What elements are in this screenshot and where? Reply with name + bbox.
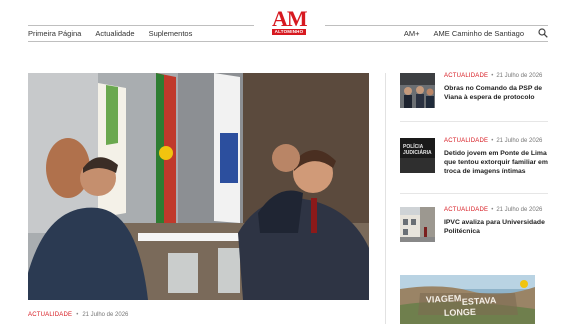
article-category[interactable]: ACTUALIDADE <box>444 73 488 79</box>
article-category[interactable]: ACTUALIDADE <box>444 138 488 144</box>
article-text: ACTUALIDADE • 21 Julho de 2026 IPVC aval… <box>444 207 550 236</box>
site-header: Primeira Página Actualidade Suplementos … <box>28 0 548 42</box>
list-separator <box>400 121 548 122</box>
article-meta: ACTUALIDADE • 21 Julho de 2026 <box>444 73 550 79</box>
search-icon[interactable] <box>538 28 548 38</box>
article-title[interactable]: Detido jovem em Ponte de Lima que tentou… <box>444 149 550 176</box>
svg-text:POLÍCIA: POLÍCIA <box>403 142 424 150</box>
article-text: ACTUALIDADE • 21 Julho de 2026 Detido jo… <box>444 138 550 176</box>
list-item[interactable]: POLÍCIA JUDICIÁRIA ACTUALIDADE • 21 Julh… <box>400 138 550 178</box>
promo-photo: VIAGEM ESTAVA LONGE <box>400 275 535 324</box>
article-category[interactable]: ACTUALIDADE <box>444 207 488 213</box>
thumbnail-image <box>400 73 435 108</box>
secondary-nav: AM+ AME Caminho de Santiago <box>404 28 548 38</box>
article-separator: • <box>491 73 494 79</box>
logo-am-text: AM <box>272 6 308 31</box>
article-meta: ACTUALIDADE • 21 Julho de 2026 <box>444 138 550 144</box>
promo-image[interactable]: VIAGEM ESTAVA LONGE <box>400 275 535 324</box>
nav-suplementos[interactable]: Suplementos <box>149 29 193 38</box>
site-logo[interactable]: AM ALTOMINHO <box>272 6 308 37</box>
svg-text:VIAGEM: VIAGEM <box>426 293 462 305</box>
article-date: 21 Julho de 2026 <box>496 138 543 144</box>
svg-text:ESTAVA: ESTAVA <box>462 295 497 307</box>
header-rule-bottom <box>28 41 548 42</box>
article-date: 21 Julho de 2026 <box>496 73 543 79</box>
list-item[interactable]: ACTUALIDADE • 21 Julho de 2026 Obras no … <box>400 73 550 113</box>
primary-nav: Primeira Página Actualidade Suplementos <box>28 29 192 38</box>
article-thumbnail[interactable] <box>400 73 435 108</box>
article-text: ACTUALIDADE • 21 Julho de 2026 Obras no … <box>444 73 550 102</box>
article-thumbnail[interactable] <box>400 207 435 242</box>
featured-date: 21 Julho de 2026 <box>82 312 129 318</box>
article-separator: • <box>491 138 494 144</box>
header-rule-right <box>325 25 548 26</box>
featured-category[interactable]: ACTUALIDADE <box>28 312 72 318</box>
featured-meta: ACTUALIDADE • 21 Julho de 2026 <box>28 312 128 318</box>
featured-separator: • <box>76 312 79 318</box>
nav-am-plus[interactable]: AM+ <box>404 29 420 38</box>
nav-actualidade[interactable]: Actualidade <box>95 29 134 38</box>
article-title[interactable]: IPVC avaliza para Universidade Politécni… <box>444 218 550 236</box>
meeting-photo <box>28 73 369 300</box>
article-title[interactable]: Obras no Comando da PSP de Viana à esper… <box>444 84 550 102</box>
article-meta: ACTUALIDADE • 21 Julho de 2026 <box>444 207 550 213</box>
thumbnail-image: POLÍCIA JUDICIÁRIA <box>400 138 435 173</box>
column-divider <box>385 73 386 324</box>
logo-sub-text: ALTOMINHO <box>272 29 306 35</box>
list-item[interactable]: ACTUALIDADE • 21 Julho de 2026 IPVC aval… <box>400 207 550 247</box>
nav-primeira-pagina[interactable]: Primeira Página <box>28 29 81 38</box>
list-separator <box>400 193 548 194</box>
nav-ame-caminho[interactable]: AME Caminho de Santiago <box>434 29 524 38</box>
svg-text:LONGE: LONGE <box>444 307 476 318</box>
featured-article-image[interactable] <box>28 73 369 300</box>
article-separator: • <box>491 207 494 213</box>
article-thumbnail[interactable]: POLÍCIA JUDICIÁRIA <box>400 138 435 173</box>
header-rule-left <box>28 25 254 26</box>
thumbnail-image <box>400 207 435 242</box>
svg-text:JUDICIÁRIA: JUDICIÁRIA <box>403 149 432 156</box>
article-date: 21 Julho de 2026 <box>496 207 543 213</box>
